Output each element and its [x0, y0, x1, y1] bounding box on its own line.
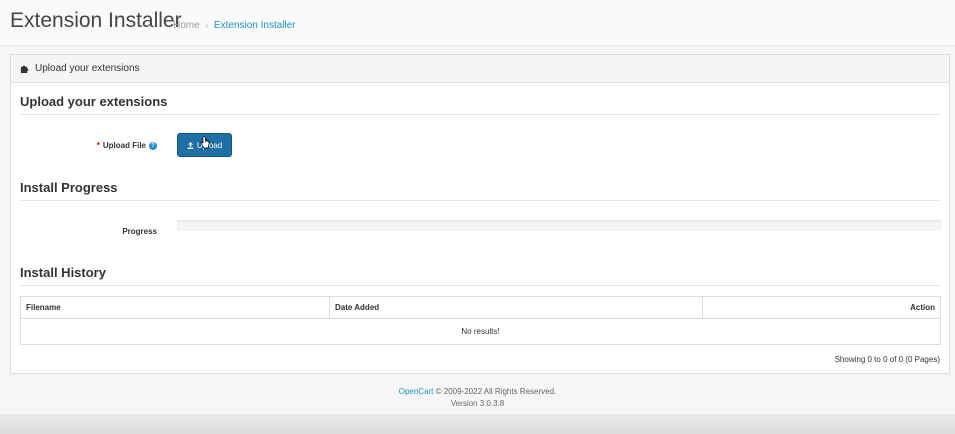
copyright-text: © 2009-2022 All Rights Reserved. [435, 387, 557, 396]
install-history-title: Install History [20, 265, 940, 286]
breadcrumb-extension-installer-link[interactable]: Extension Installer [214, 20, 296, 31]
progress-label: Progress [122, 227, 157, 236]
table-row: No results! [20, 318, 941, 345]
panel-heading-text: Upload your extensions [35, 63, 140, 74]
breadcrumb: Home › Extension Installer [173, 20, 296, 31]
column-header-action: Action [702, 296, 941, 319]
version-text: Version 3.0.3.8 [450, 399, 505, 408]
upload-icon [187, 141, 194, 149]
table-header-row: Filename Date Added Action [20, 296, 941, 319]
upload-file-label-text: Upload File [102, 141, 146, 150]
progress-bar [177, 220, 941, 231]
puzzle-icon [20, 64, 29, 73]
column-header-filename[interactable]: Filename [20, 296, 330, 319]
mouse-cursor-icon [200, 136, 210, 154]
pagination-summary: Showing 0 to 0 of 0 (0 Pages) [834, 355, 940, 364]
upload-panel: Upload your extensions Upload your exten… [10, 54, 950, 374]
no-results-text: No results! [20, 318, 941, 345]
upload-section-title: Upload your extensions [20, 94, 940, 115]
required-mark: * [96, 141, 100, 150]
bottom-bar [0, 414, 955, 434]
install-history-table: Filename Date Added Action No results! [20, 296, 941, 345]
progress-label-text: Progress [122, 227, 157, 236]
footer-copyright-line: OpenCart © 2009-2022 All Rights Reserved… [0, 386, 955, 398]
column-header-date-added[interactable]: Date Added [329, 296, 703, 319]
question-circle-icon[interactable]: ? [149, 141, 157, 150]
upload-file-label: * Upload File ? [97, 141, 157, 150]
install-progress-title: Install Progress [20, 180, 940, 201]
footer: OpenCart © 2009-2022 All Rights Reserved… [0, 386, 955, 410]
page-title: Extension Installer [10, 9, 182, 32]
breadcrumb-home-link[interactable]: Home [173, 20, 200, 31]
opencart-link[interactable]: OpenCart [399, 387, 434, 396]
breadcrumb-separator: › [205, 21, 209, 30]
panel-heading: Upload your extensions [11, 55, 949, 83]
page-header: Extension Installer Home › Extension Ins… [0, 0, 955, 46]
